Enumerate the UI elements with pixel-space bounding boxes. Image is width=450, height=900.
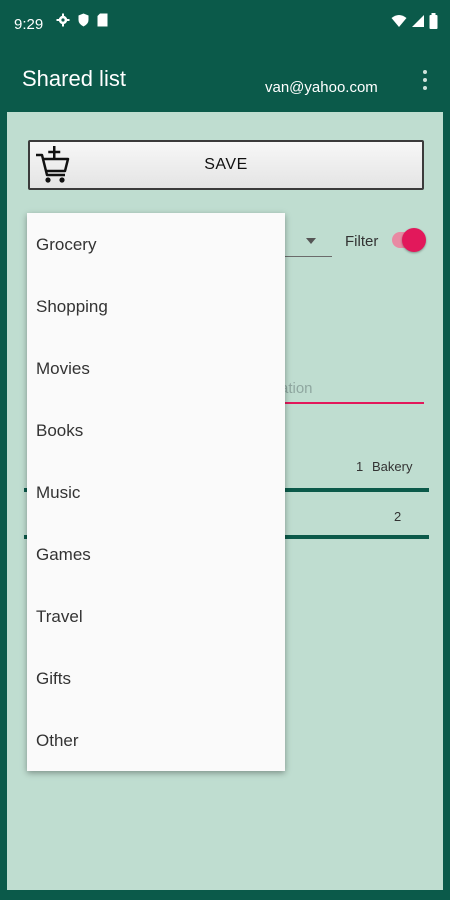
more-vertical-icon[interactable] (420, 66, 430, 96)
filter-toggle[interactable] (402, 228, 426, 252)
category-dropdown-menu: Grocery Shopping Movies Books Music Game… (27, 213, 285, 771)
dropdown-option-label: Travel (36, 607, 83, 626)
dropdown-option-games[interactable]: Games (27, 523, 285, 585)
dropdown-option-movies[interactable]: Movies (27, 337, 285, 399)
dropdown-option-label: Other (36, 731, 79, 750)
dropdown-option-label: Books (36, 421, 84, 440)
row-1-quantity: 1 (356, 459, 364, 474)
dropdown-option-music[interactable]: Music (27, 461, 285, 523)
dropdown-option-label: Shopping (36, 297, 108, 316)
dropdown-option-books[interactable]: Books (27, 399, 285, 461)
account-email: van@yahoo.com (265, 79, 378, 96)
status-bar: 9:29 (0, 0, 450, 54)
status-left-icons (56, 13, 108, 27)
save-button[interactable]: SAVE (28, 140, 424, 190)
save-label: SAVE (204, 156, 248, 173)
dropdown-option-label: Gifts (36, 669, 71, 688)
row-2-quantity: 2 (394, 509, 402, 524)
dropdown-option-label: Movies (36, 359, 90, 378)
app-title: Shared list (22, 66, 126, 91)
row-1-category: Bakery (372, 459, 413, 474)
shield-icon (78, 13, 89, 27)
battery-icon (429, 13, 438, 29)
dropdown-option-label: Grocery (36, 235, 97, 254)
dropdown-option-grocery[interactable]: Grocery (27, 213, 285, 275)
sim-icon (97, 13, 108, 27)
filter-label: Filter (345, 233, 379, 250)
app-frame: 9:29 Shared list van@yahoo.com SAVE Filt… (0, 0, 450, 900)
status-time: 9:29 (14, 16, 44, 33)
signal-icon (412, 15, 424, 27)
dropdown-option-shopping[interactable]: Shopping (27, 275, 285, 337)
dropdown-option-other[interactable]: Other (27, 709, 285, 771)
settings-icon (56, 13, 70, 27)
wifi-icon (391, 15, 407, 27)
dropdown-option-travel[interactable]: Travel (27, 585, 285, 647)
dropdown-option-gifts[interactable]: Gifts (27, 647, 285, 709)
status-right-icons (391, 13, 438, 29)
bottom-frame (0, 890, 450, 900)
dropdown-option-label: Music (36, 483, 81, 502)
dropdown-option-label: Games (36, 545, 91, 564)
app-bar: Shared list van@yahoo.com (0, 54, 450, 112)
chevron-down-icon[interactable] (306, 238, 316, 244)
